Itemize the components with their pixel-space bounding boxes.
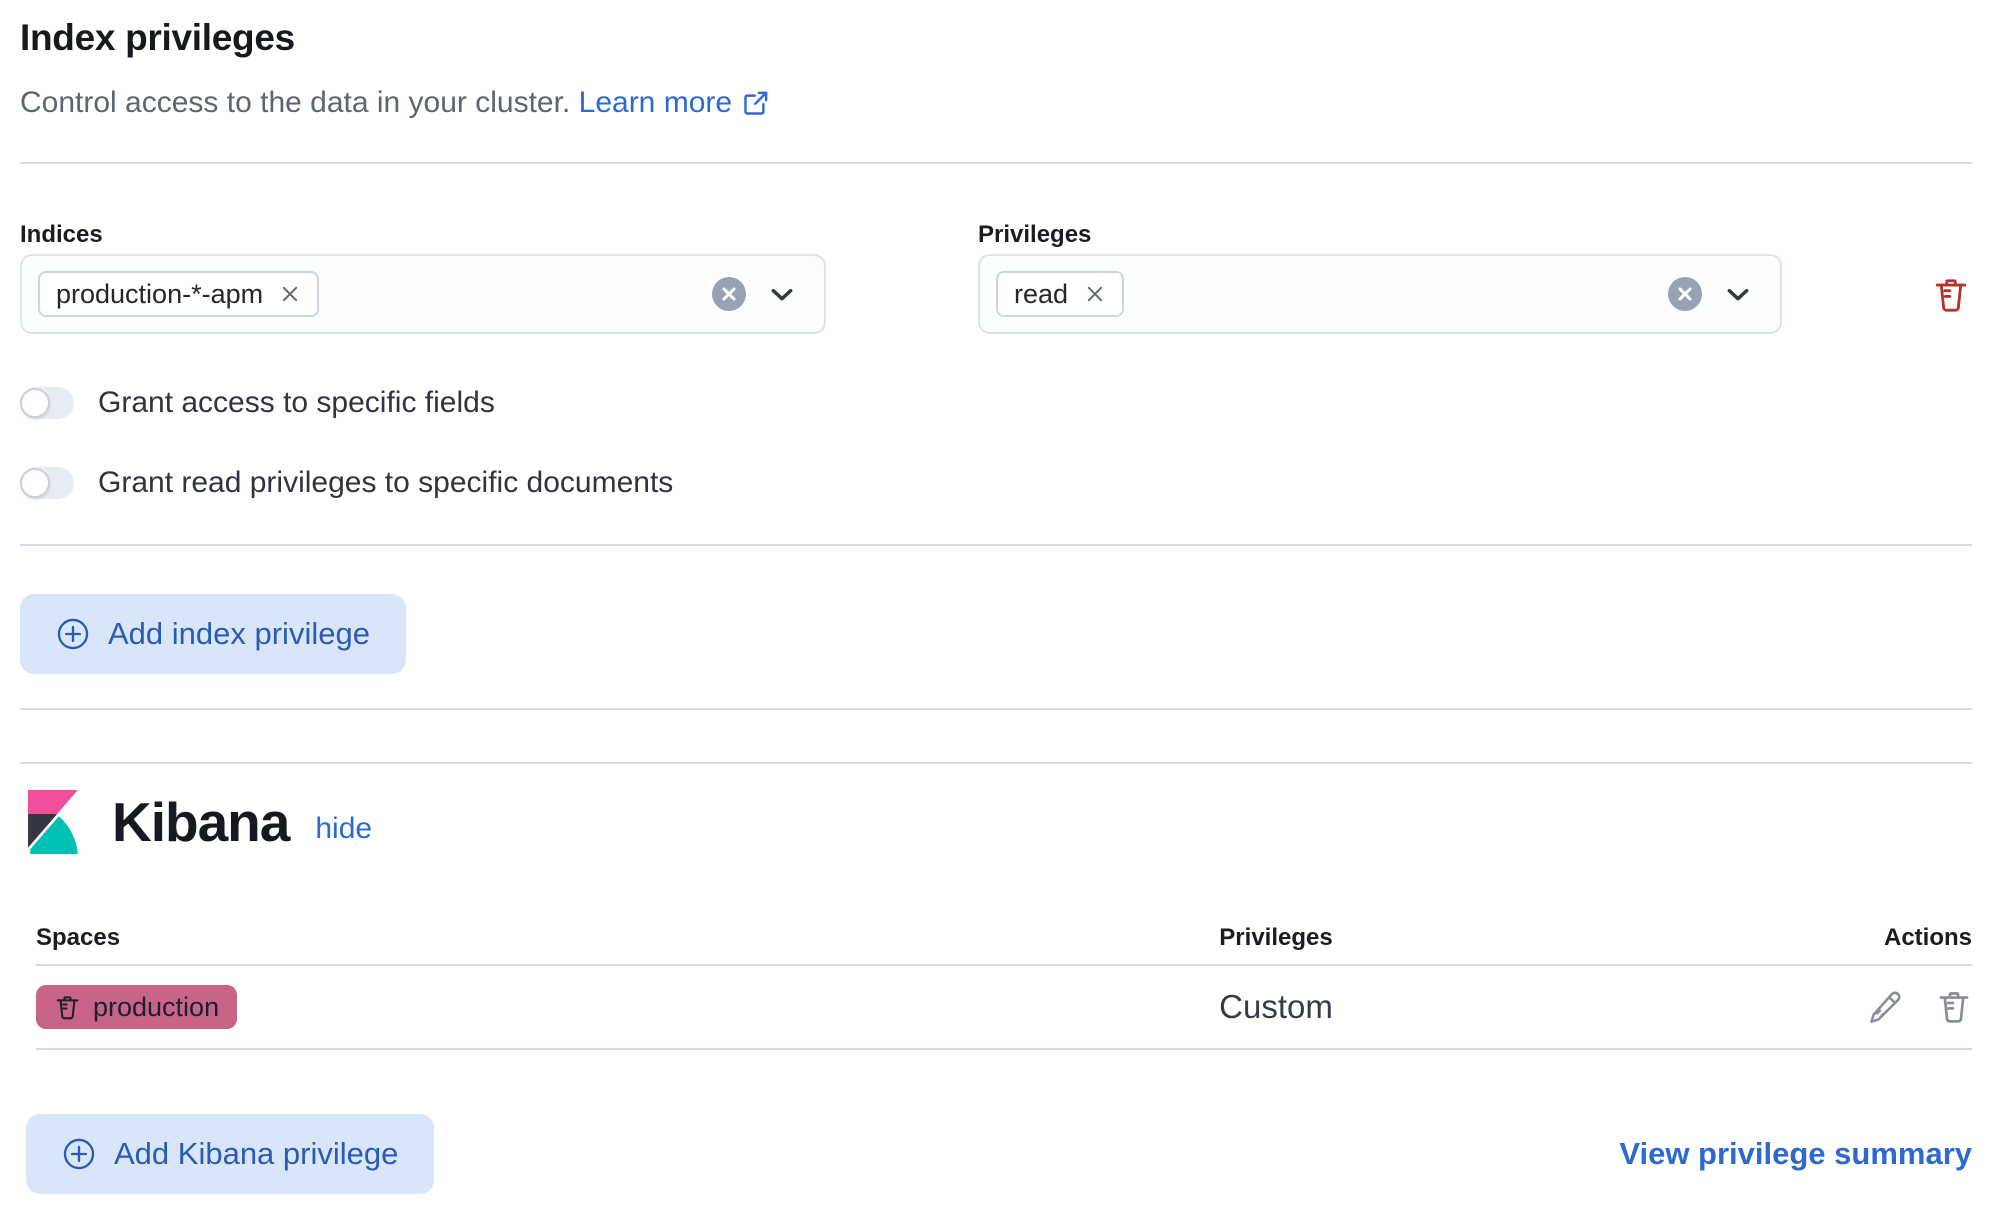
kibana-heading: Kibana [112, 790, 289, 854]
kibana-privileges-table: Spaces Privileges Actions production [20, 924, 1972, 1050]
privileges-pill[interactable]: read [996, 271, 1124, 317]
add-kibana-privilege-label: Add Kibana privilege [114, 1136, 398, 1172]
external-link-icon [742, 89, 770, 117]
section-divider [20, 162, 1972, 164]
kibana-logo [20, 790, 84, 854]
add-index-privilege-label: Add index privilege [108, 616, 370, 652]
indices-pill-label: production-*-apm [56, 279, 263, 310]
plus-circle-icon [56, 617, 90, 651]
spaces-cell: production [36, 985, 1066, 1029]
page-description: Control access to the data in your clust… [20, 84, 1972, 122]
pencil-icon [1868, 990, 1902, 1024]
grant-documents-label: Grant read privileges to specific docume… [98, 466, 673, 500]
grant-fields-label: Grant access to specific fields [98, 386, 495, 420]
grant-fields-toggle[interactable] [20, 387, 74, 419]
actions-column-header: Actions [1486, 924, 1972, 952]
kibana-footer-row: Add Kibana privilege View privilege summ… [20, 1114, 1972, 1194]
page-description-text: Control access to the data in your clust… [20, 86, 570, 119]
privileges-column: Privileges read [978, 222, 1782, 334]
clear-selection-button[interactable] [1668, 277, 1702, 311]
indices-column: Indices production-*-apm [20, 222, 826, 334]
table-row: production Custom [36, 966, 1972, 1050]
page-title: Index privileges [20, 16, 1972, 60]
privileges-label: Privileges [978, 222, 1782, 248]
spaces-column-header: Spaces [36, 924, 1066, 952]
trash-icon [1936, 989, 1972, 1025]
space-badge: production [36, 985, 237, 1029]
toggle-thumb [20, 468, 50, 498]
grant-fields-row: Grant access to specific fields [20, 386, 1972, 420]
learn-more-label: Learn more [579, 84, 732, 122]
actions-cell [1486, 989, 1972, 1025]
privileges-column-header: Privileges [1066, 924, 1486, 952]
delete-space-privilege-button[interactable] [1936, 989, 1972, 1025]
add-index-privilege-button[interactable]: Add index privilege [20, 594, 406, 674]
role-privileges-panel: Index privileges Control access to the d… [0, 16, 1994, 1194]
privileges-pill-label: read [1014, 279, 1068, 310]
delete-index-privilege-button[interactable] [1932, 276, 1970, 314]
chevron-down-icon[interactable] [1722, 278, 1754, 310]
toggle-thumb [20, 388, 50, 418]
space-badge-label: production [93, 992, 219, 1023]
grant-documents-toggle[interactable] [20, 467, 74, 499]
remove-pill-icon[interactable] [1084, 283, 1106, 305]
learn-more-link[interactable]: Learn more [579, 84, 770, 122]
space-badge-trash-icon [54, 994, 81, 1021]
indices-pill[interactable]: production-*-apm [38, 271, 319, 317]
indices-label: Indices [20, 222, 826, 248]
remove-pill-icon[interactable] [279, 283, 301, 305]
privilege-value: Custom [1219, 988, 1333, 1025]
add-kibana-privilege-button[interactable]: Add Kibana privilege [26, 1114, 434, 1194]
plus-circle-icon [62, 1137, 96, 1171]
panel-start-divider [20, 762, 1972, 764]
hide-link[interactable]: hide [315, 812, 372, 846]
view-privilege-summary-link[interactable]: View privilege summary [1619, 1136, 1972, 1172]
grant-documents-row: Grant read privileges to specific docume… [20, 466, 1972, 500]
section-divider [20, 544, 1972, 546]
trash-icon [1932, 276, 1970, 314]
table-header-row: Spaces Privileges Actions [36, 924, 1972, 966]
chevron-down-icon[interactable] [766, 278, 798, 310]
privileges-combobox[interactable]: read [978, 254, 1782, 334]
privilege-cell: Custom [1066, 988, 1486, 1026]
clear-selection-button[interactable] [712, 277, 746, 311]
indices-combobox[interactable]: production-*-apm [20, 254, 826, 334]
kibana-section-header: Kibana hide [20, 790, 1972, 854]
panel-end-divider [20, 708, 1972, 710]
edit-space-privilege-button[interactable] [1868, 990, 1902, 1024]
index-privilege-row: Indices production-*-apm [20, 222, 1972, 334]
